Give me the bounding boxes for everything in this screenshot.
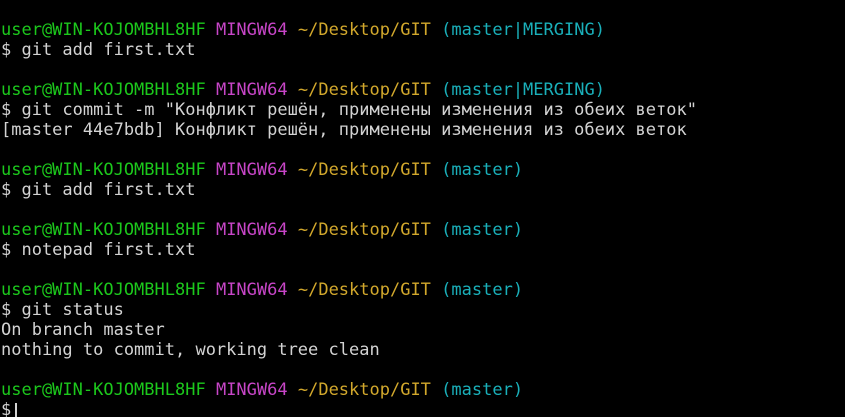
prompt-path: ~/Desktop/GIT [297, 380, 431, 400]
prompt-path: ~/Desktop/GIT [297, 280, 431, 300]
prompt-branch: (master) [441, 380, 524, 400]
prompt-symbol: $ [1, 400, 12, 417]
prompt-line: user@WIN-KOJOMBHL8HF MINGW64 ~/Desktop/G… [0, 20, 845, 40]
prompt-path: ~/Desktop/GIT [297, 80, 431, 100]
text-cursor [15, 403, 18, 417]
prompt-user: user@WIN-KOJOMBHL8HF [1, 280, 206, 300]
prompt-path: ~/Desktop/GIT [297, 220, 431, 240]
prompt-user: user@WIN-KOJOMBHL8HF [1, 80, 206, 100]
prompt-user: user@WIN-KOJOMBHL8HF [1, 220, 206, 240]
output-line: nothing to commit, working tree clean [1, 340, 380, 360]
command-line: $ git add first.txt [1, 180, 196, 200]
prompt-env: MINGW64 [215, 220, 288, 240]
prompt-line: user@WIN-KOJOMBHL8HF MINGW64 ~/Desktop/G… [0, 80, 845, 100]
prompt-branch: (master|MERGING) [441, 80, 605, 100]
command-line: $ git commit -m "Конфликт решён, примене… [1, 100, 697, 120]
output-line: [master 44e7bdb] Конфликт решён, примене… [1, 120, 687, 140]
command-line: $ git add first.txt [1, 40, 196, 60]
terminal-window[interactable]: user@WIN-KOJOMBHL8HF MINGW64 ~/Desktop/G… [0, 0, 845, 417]
prompt-env: MINGW64 [215, 280, 288, 300]
output-line: On branch master [1, 320, 165, 340]
prompt-user: user@WIN-KOJOMBHL8HF [1, 20, 206, 40]
active-input-line[interactable]: $ [0, 400, 845, 417]
prompt-env: MINGW64 [215, 160, 288, 180]
prompt-env: MINGW64 [215, 20, 288, 40]
prompt-line: user@WIN-KOJOMBHL8HF MINGW64 ~/Desktop/G… [0, 380, 845, 400]
prompt-line: user@WIN-KOJOMBHL8HF MINGW64 ~/Desktop/G… [0, 280, 845, 300]
prompt-branch: (master|MERGING) [441, 20, 605, 40]
prompt-line: user@WIN-KOJOMBHL8HF MINGW64 ~/Desktop/G… [0, 160, 845, 180]
prompt-branch: (master) [441, 220, 524, 240]
prompt-user: user@WIN-KOJOMBHL8HF [1, 380, 206, 400]
prompt-env: MINGW64 [215, 380, 288, 400]
command-line: $ git status [1, 300, 124, 320]
prompt-env: MINGW64 [215, 80, 288, 100]
prompt-branch: (master) [441, 160, 524, 180]
prompt-branch: (master) [441, 280, 524, 300]
prompt-path: ~/Desktop/GIT [297, 160, 431, 180]
prompt-line: user@WIN-KOJOMBHL8HF MINGW64 ~/Desktop/G… [0, 220, 845, 240]
prompt-path: ~/Desktop/GIT [297, 20, 431, 40]
command-line: $ notepad first.txt [1, 240, 196, 260]
prompt-user: user@WIN-KOJOMBHL8HF [1, 160, 206, 180]
